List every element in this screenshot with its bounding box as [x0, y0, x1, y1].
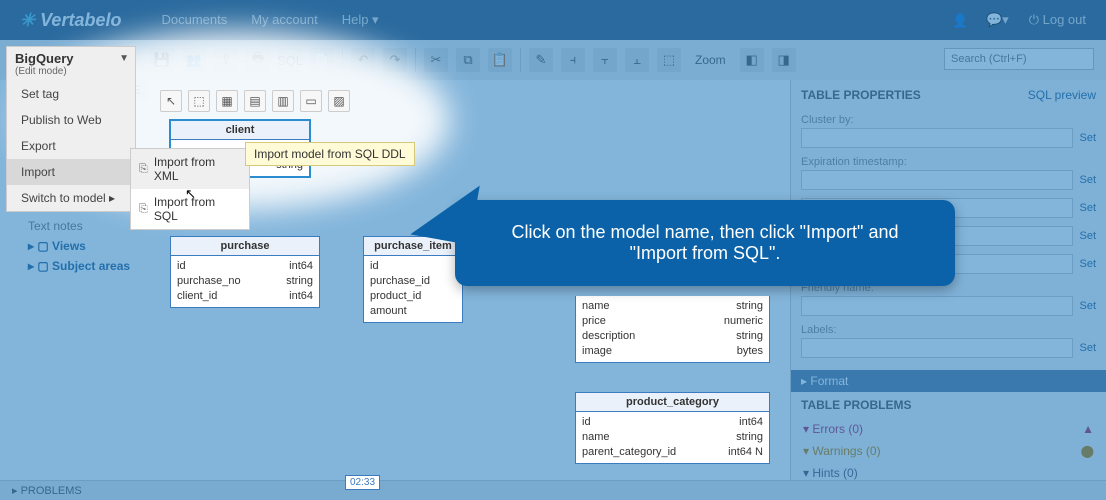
- panel-title: TABLE PROPERTIES: [801, 88, 921, 102]
- import-submenu: ⎘ Import from XML ⎘ Import from SQL: [130, 148, 250, 230]
- share-icon[interactable]: 👥: [182, 48, 206, 72]
- marquee-tool-icon[interactable]: ⬚: [188, 90, 210, 112]
- layout2-icon[interactable]: ◨: [772, 48, 796, 72]
- import-from-xml[interactable]: ⎘ Import from XML: [131, 149, 249, 189]
- app-header: Vertabelo Documents My account Help ▾ 👤 …: [0, 0, 1106, 40]
- timestamp-badge: 02:33: [345, 475, 380, 490]
- menu-export[interactable]: Export: [7, 133, 135, 159]
- toolbar: 💾 👥 ⇪ 🖶 SQL 📄 ↶ ↷ ✂ ⧉ 📋 ✎ ⫞ ⫟ ⫠ ⬚ Zoom ◧…: [0, 40, 1106, 80]
- bottom-bar[interactable]: ▸ PROBLEMS: [0, 480, 1106, 500]
- undo-icon[interactable]: ↶: [351, 48, 375, 72]
- header-right: 👤 💬▾ ⏻ Log out: [952, 12, 1106, 28]
- labels-input[interactable]: [801, 338, 1073, 358]
- set-button[interactable]: Set: [1079, 202, 1096, 214]
- edit-icon[interactable]: ✎: [529, 48, 553, 72]
- model-mode: (Edit mode): [7, 66, 82, 81]
- instruction-bubble: Click on the model name, then click "Imp…: [455, 200, 955, 286]
- menu-publish-web[interactable]: Publish to Web: [7, 107, 135, 133]
- cluster-by-input[interactable]: [801, 128, 1073, 148]
- menu-help[interactable]: Help ▾: [342, 12, 379, 28]
- problems-title: TABLE PROBLEMS: [791, 392, 1106, 418]
- chat-icon[interactable]: 💬▾: [986, 12, 1009, 28]
- friendlyname-input[interactable]: [801, 296, 1073, 316]
- header-menu: Documents My account Help ▾: [161, 12, 378, 28]
- save-icon[interactable]: 💾: [150, 48, 174, 72]
- sql-icon[interactable]: SQL: [278, 48, 302, 72]
- cut-icon[interactable]: ✂: [424, 48, 448, 72]
- tooltip: Import model from SQL DDL: [245, 142, 415, 166]
- copy-icon[interactable]: ⧉: [456, 48, 480, 72]
- entity-product-cols[interactable]: namestring pricenumeric descriptionstrin…: [575, 296, 770, 363]
- print-icon[interactable]: 🖶: [246, 48, 270, 72]
- entity-purchase[interactable]: purchase idint64 purchase_nostring clien…: [170, 236, 320, 308]
- menu-switch-model[interactable]: Switch to model ▸: [7, 185, 135, 211]
- chevron-down-icon[interactable]: ▼: [119, 47, 135, 64]
- table1-tool-icon[interactable]: ▦: [216, 90, 238, 112]
- menu-documents[interactable]: Documents: [161, 12, 227, 28]
- warnings-row[interactable]: ▾ Warnings (0)⬤: [791, 440, 1106, 462]
- set-button[interactable]: Set: [1079, 174, 1096, 186]
- xml-icon: ⎘: [139, 163, 148, 176]
- set-button[interactable]: Set: [1079, 230, 1096, 242]
- format-section[interactable]: ▸ Format: [791, 370, 1106, 392]
- logo: Vertabelo: [0, 10, 141, 31]
- entity-product-category[interactable]: product_category idint64 namestring pare…: [575, 392, 770, 464]
- table2-tool-icon[interactable]: ▤: [244, 90, 266, 112]
- set-button[interactable]: Set: [1079, 300, 1096, 312]
- set-button[interactable]: Set: [1079, 132, 1096, 144]
- sql-import-icon: ⎘: [139, 203, 148, 216]
- user-icon[interactable]: 👤: [952, 13, 966, 27]
- align2-icon[interactable]: ⫟: [593, 48, 617, 72]
- zoom-label: Zoom: [695, 53, 726, 67]
- area-tool-icon[interactable]: ▨: [328, 90, 350, 112]
- align1-icon[interactable]: ⫞: [561, 48, 585, 72]
- paste-icon[interactable]: 📋: [488, 48, 512, 72]
- warning-icon: ▲: [1082, 422, 1094, 436]
- canvas-toolbar: ↖ ⬚ ▦ ▤ ▥ ▭ ▨: [160, 90, 350, 112]
- menu-import[interactable]: Import: [7, 159, 135, 185]
- entity-header: client: [171, 121, 309, 140]
- errors-row[interactable]: ▾ Errors (0)▲: [791, 418, 1106, 440]
- tree-textnotes[interactable]: Text notes: [8, 216, 148, 236]
- model-name[interactable]: BigQuery: [7, 47, 82, 66]
- search-input[interactable]: [944, 48, 1094, 70]
- doc-icon[interactable]: 📄: [310, 48, 334, 72]
- entity-purchase-item[interactable]: purchase_item id purchase_id product_id …: [363, 236, 463, 323]
- table3-tool-icon[interactable]: ▥: [272, 90, 294, 112]
- export-icon[interactable]: ⇪: [214, 48, 238, 72]
- menu-myaccount[interactable]: My account: [251, 12, 317, 28]
- model-dropdown: BigQuery (Edit mode) ▼ Set tag Publish t…: [6, 46, 136, 212]
- logout-button[interactable]: ⏻ Log out: [1029, 12, 1086, 28]
- set-button[interactable]: Set: [1079, 342, 1096, 354]
- note-tool-icon[interactable]: ▭: [300, 90, 322, 112]
- tree-views[interactable]: ▸ ▢ Views: [8, 236, 148, 256]
- entity-header: purchase: [171, 237, 319, 256]
- set-button[interactable]: Set: [1079, 258, 1096, 270]
- entity-header: product_category: [576, 393, 769, 412]
- redo-icon[interactable]: ↷: [383, 48, 407, 72]
- expiration-input[interactable]: [801, 170, 1073, 190]
- layout1-icon[interactable]: ◧: [740, 48, 764, 72]
- sql-preview-link[interactable]: SQL preview: [1028, 88, 1096, 102]
- align3-icon[interactable]: ⫠: [625, 48, 649, 72]
- select-tool-icon[interactable]: ↖: [160, 90, 182, 112]
- fit-icon[interactable]: ⬚: [657, 48, 681, 72]
- menu-set-tag[interactable]: Set tag: [7, 81, 135, 107]
- warning-icon: ⬤: [1081, 444, 1094, 458]
- tree-subjectareas[interactable]: ▸ ▢ Subject areas: [8, 256, 148, 276]
- import-from-sql[interactable]: ⎘ Import from SQL: [131, 189, 249, 229]
